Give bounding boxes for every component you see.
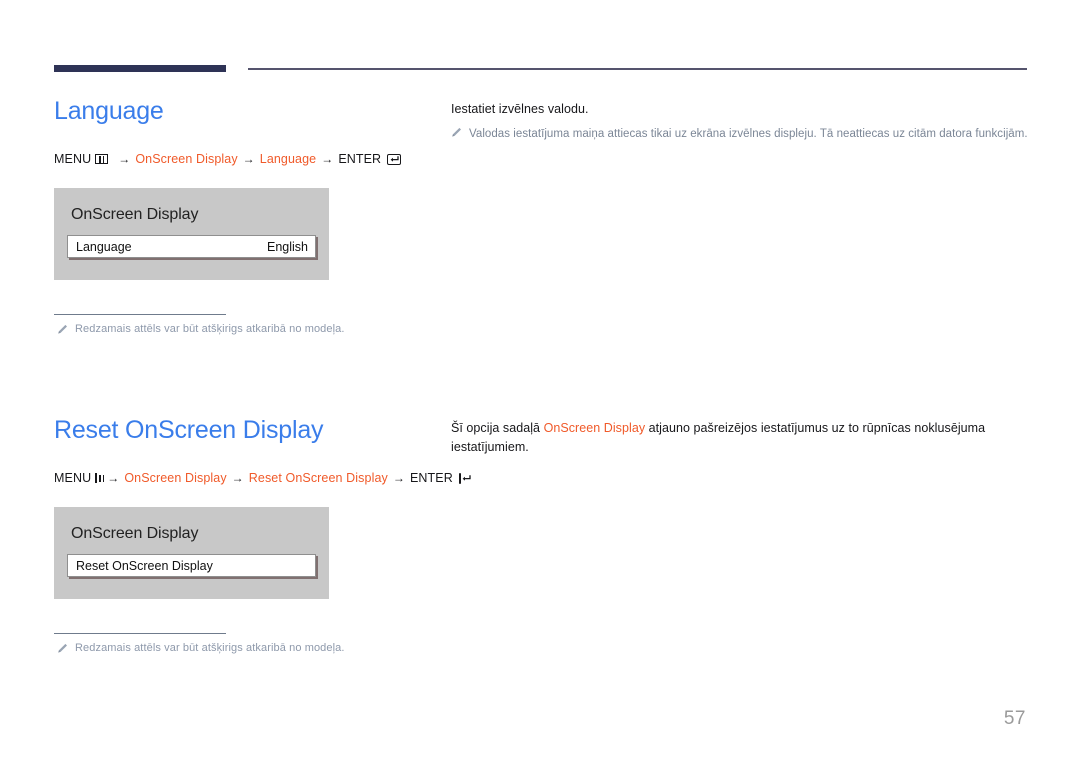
- description-reset-onscreen-display: Šī opcija sadaļā OnScreen Display atjaun…: [451, 419, 1031, 457]
- osd-row-label: Language: [76, 239, 132, 254]
- breadcrumb-enter-label: ENTER: [338, 152, 382, 166]
- osd-panel-title: OnScreen Display: [71, 206, 199, 223]
- section-language-right-column: Iestatiet izvēlnes valodu. Valodas iesta…: [451, 100, 1031, 144]
- enter-return-icon: [458, 472, 471, 484]
- section-reset-right-column: Šī opcija sadaļā OnScreen Display atjaun…: [451, 419, 1031, 457]
- pencil-icon: [451, 127, 462, 144]
- breadcrumb-path-onscreen-display[interactable]: OnScreen Display: [124, 471, 226, 485]
- enter-return-icon: [387, 153, 402, 165]
- note-text: Redzamais attēls var būt atšķirigs atkar…: [75, 323, 345, 335]
- breadcrumb-reset-onscreen-display: MENU → OnScreen Display → Reset OnScreen…: [54, 471, 471, 485]
- header-rule-thin: [248, 68, 1027, 70]
- breadcrumb-path-onscreen-display[interactable]: OnScreen Display: [135, 152, 237, 166]
- breadcrumb-path-reset-onscreen-display[interactable]: Reset OnScreen Display: [249, 471, 388, 485]
- breadcrumb-menu-label: MENU: [54, 152, 92, 166]
- description-part-1: Šī opcija sadaļā: [451, 421, 544, 435]
- note-divider: [54, 633, 226, 634]
- section-language-left-column: Language MENU → OnScreen Display → Langu…: [54, 96, 434, 338]
- description-highlight-onscreen-display: OnScreen Display: [543, 421, 646, 435]
- osd-row-value: English: [267, 239, 308, 254]
- note-language: Redzamais attēls var būt atšķirigs atkar…: [54, 323, 434, 338]
- description-language: Iestatiet izvēlnes valodu.: [451, 102, 589, 116]
- note-block-reset: Redzamais attēls var būt atšķirigs atkar…: [54, 633, 434, 657]
- page-title-reset-onscreen-display: Reset OnScreen Display: [54, 416, 324, 444]
- description-note-language: Valodas iestatījuma maiņa attiecas tikai…: [451, 126, 1031, 144]
- note-block-language: Redzamais attēls var būt atšķirigs atkar…: [54, 314, 434, 338]
- breadcrumb-arrow-2: →: [231, 471, 244, 485]
- osd-row-language[interactable]: Language English: [67, 235, 316, 258]
- pencil-icon: [57, 643, 68, 657]
- breadcrumb-arrow-3: →: [392, 471, 405, 485]
- note-text: Redzamais attēls var būt atšķirigs atkar…: [75, 642, 345, 654]
- osd-row-reset-onscreen-display[interactable]: Reset OnScreen Display: [67, 554, 316, 577]
- note-reset: Redzamais attēls var būt atšķirigs atkar…: [54, 642, 434, 657]
- breadcrumb-arrow-1: →: [118, 152, 131, 166]
- page-number: 57: [1003, 708, 1026, 729]
- section-reset-left-column: Reset OnScreen Display MENU → OnScreen D…: [54, 415, 471, 657]
- breadcrumb-arrow-1: →: [107, 471, 120, 485]
- page-title-language: Language: [54, 97, 164, 125]
- osd-panel-title: OnScreen Display: [71, 525, 199, 542]
- breadcrumb-arrow-2: →: [242, 152, 255, 166]
- description-note-text: Valodas iestatījuma maiņa attiecas tikai…: [469, 128, 1028, 140]
- menu-grid-icon: [95, 473, 105, 483]
- menu-grid-icon: [95, 154, 109, 164]
- breadcrumb-language: MENU → OnScreen Display → Language → ENT…: [54, 152, 434, 166]
- osd-row-label: Reset OnScreen Display: [76, 558, 213, 573]
- note-divider: [54, 314, 226, 315]
- breadcrumb-arrow-3: →: [321, 152, 334, 166]
- breadcrumb-path-language[interactable]: Language: [260, 152, 316, 166]
- osd-panel-language: OnScreen Display Language English: [54, 188, 329, 280]
- header-rule-thick: [54, 65, 226, 72]
- pencil-icon: [57, 324, 68, 338]
- osd-panel-reset: OnScreen Display Reset OnScreen Display: [54, 507, 329, 599]
- breadcrumb-menu-label: MENU: [54, 471, 92, 485]
- document-page: Language MENU → OnScreen Display → Langu…: [0, 0, 1080, 763]
- breadcrumb-enter-label: ENTER: [409, 471, 453, 485]
